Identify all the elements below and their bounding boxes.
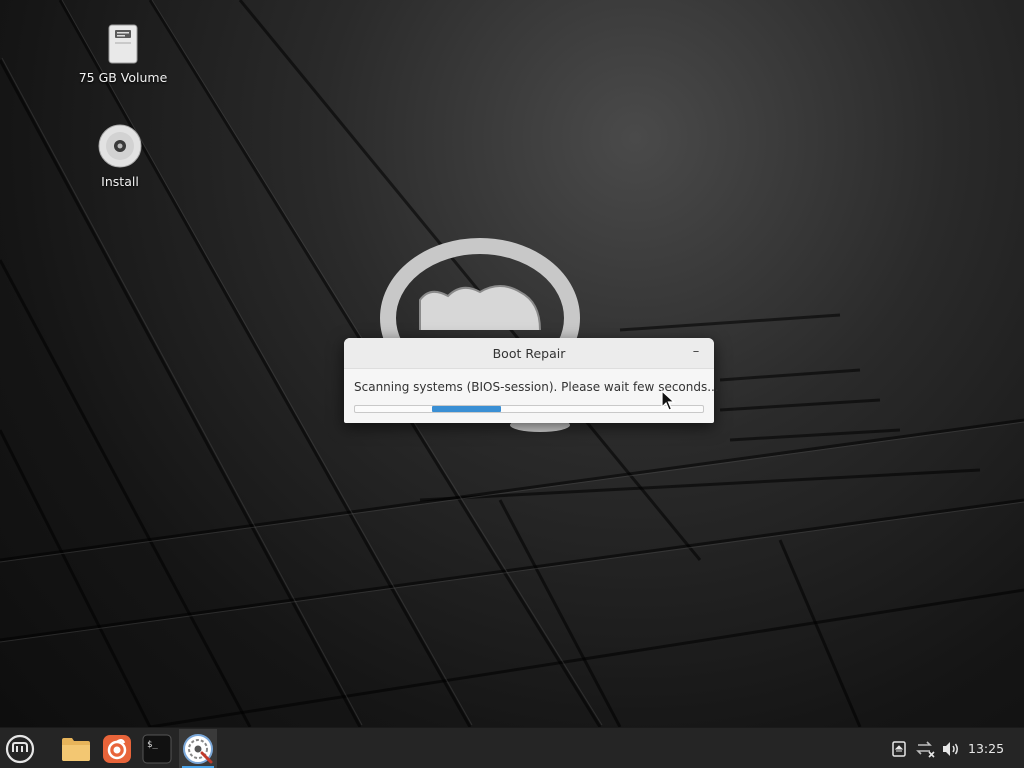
clock[interactable]: 13:25 [968, 741, 1004, 756]
files-launcher[interactable] [58, 731, 94, 767]
menu-button[interactable] [2, 731, 38, 767]
dialog-title: Boot Repair [492, 346, 566, 361]
boot-repair-taskbar-button[interactable] [179, 729, 217, 768]
desktop-icon-install[interactable]: Install [65, 124, 175, 189]
svg-text:$_: $_ [147, 740, 158, 750]
volume-tray[interactable] [941, 739, 961, 759]
removable-drive-icon [892, 741, 906, 757]
desktop-icon-label: Install [101, 174, 139, 189]
removable-drive-tray[interactable] [889, 739, 909, 759]
progress-bar [354, 405, 704, 413]
firefox-icon [103, 735, 131, 763]
mouse-cursor-icon [661, 390, 676, 411]
network-disconnected-icon [916, 741, 935, 758]
dialog-titlebar[interactable]: Boot Repair – [344, 338, 714, 369]
boot-repair-dialog: Boot Repair – Scanning systems (BIOS-ses… [344, 338, 719, 423]
desktop-icon-volume[interactable]: 75 GB Volume [68, 24, 178, 85]
volume-icon [943, 742, 958, 756]
terminal-launcher[interactable]: $_ [139, 731, 175, 767]
mint-logo-icon [5, 734, 35, 764]
minimize-button[interactable]: – [686, 343, 706, 363]
firefox-launcher[interactable] [99, 731, 135, 767]
desktop: 75 GB Volume Install Boot Repair – Scann… [0, 0, 1024, 768]
disc-icon [98, 124, 142, 168]
network-tray[interactable] [916, 739, 936, 759]
desktop-icon-label: 75 GB Volume [78, 70, 168, 85]
terminal-icon: $_ [142, 734, 172, 764]
folder-icon [62, 738, 90, 761]
progress-bar-fill [431, 406, 502, 412]
taskbar: $_ 13:25 [0, 727, 1024, 768]
drive-icon [108, 24, 138, 64]
boot-repair-icon [183, 734, 213, 764]
